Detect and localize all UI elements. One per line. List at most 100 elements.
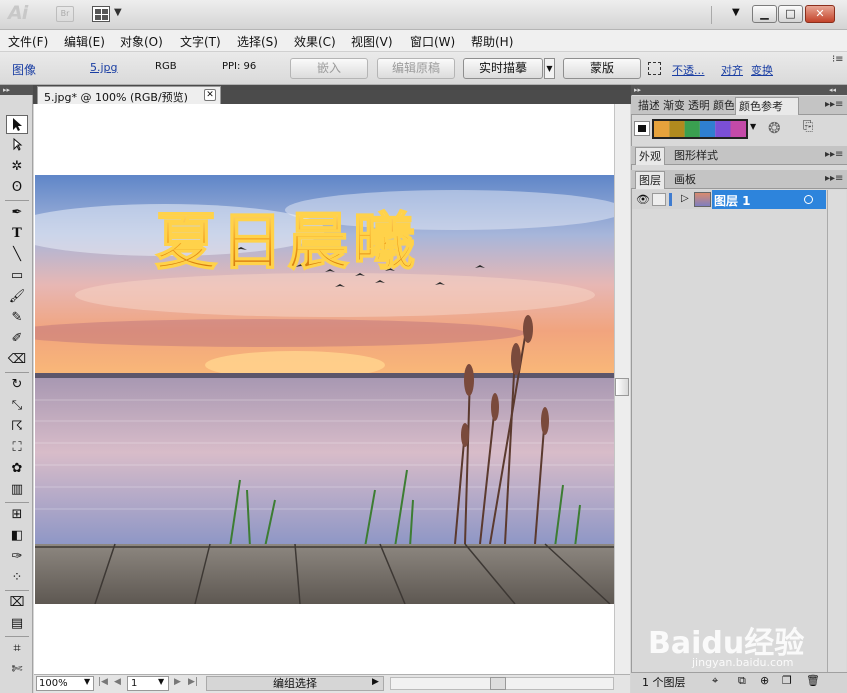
placed-image[interactable]: 夏日晨曦 [35,175,614,604]
horizontal-scroll-thumb[interactable] [490,677,506,690]
edit-colors-icon[interactable]: ❂ [768,119,781,137]
new-sublayer-icon[interactable]: ⊕ [760,674,769,687]
collapse-tools-icon[interactable]: ▸▸ [3,86,10,94]
line-tool-icon[interactable]: ╲ [6,245,28,264]
rotate-tool-icon[interactable]: ↻ [6,375,28,394]
graph-tool-icon[interactable]: ▥ [6,480,28,499]
menu-object[interactable]: 对象(O) [120,33,163,50]
image-type-label[interactable]: 图像 [12,61,36,78]
clipping-mask-icon[interactable]: ⧉ [738,674,746,688]
menu-window[interactable]: 窗口(W) [410,33,455,50]
expand-panels-icon[interactable]: ◂◂ [829,86,836,94]
lasso-tool-icon[interactable]: ʘ [6,178,28,197]
menu-view[interactable]: 视图(V) [351,33,393,50]
arrange-documents-icon[interactable] [92,6,110,22]
new-layer-icon[interactable]: ❐ [782,674,792,687]
vertical-scroll-thumb[interactable] [615,378,629,396]
pencil-tool-icon[interactable]: ✎ [6,308,28,327]
tab-layers[interactable]: 图层 [635,171,665,189]
symbol-sprayer-tool-icon[interactable]: ✿ [6,459,28,478]
color-panel-menu-icon[interactable]: ▸▸≡ [825,99,843,110]
transform-link[interactable]: 变换 [751,62,773,78]
layers-menu-icon[interactable]: ▸▸≡ [825,173,843,184]
selection-tool-icon[interactable] [6,115,28,134]
visibility-eye-icon[interactable]: 👁 [636,193,650,206]
tab-appearance[interactable]: 外观 [635,147,665,165]
live-trace-button[interactable]: 实时描摹 [463,58,543,79]
eraser-tool-icon[interactable]: ⌫ [6,350,28,369]
menu-help[interactable]: 帮助(H) [471,33,513,50]
minimize-button[interactable]: ▁ [752,5,777,23]
close-window-button[interactable]: ✕ [805,5,835,23]
tab-artboards[interactable]: 画板 [671,171,699,189]
harmony-dropdown-icon[interactable]: ▼ [750,122,756,131]
menu-select[interactable]: 选择(S) [237,33,278,50]
layer-name[interactable]: 图层 1 [714,192,751,209]
align-link[interactable]: 对齐 [721,62,743,78]
bridge-button[interactable]: Br [56,6,74,22]
first-artboard-icon[interactable]: |◀ [98,677,108,687]
menu-file[interactable]: 文件(F) [8,33,48,50]
delete-layer-icon[interactable]: 🗑 [806,674,820,687]
color-guide-swatches[interactable] [652,119,748,139]
maximize-button[interactable]: □ [778,5,803,23]
artboard-tool-icon[interactable]: ⌗ [6,639,28,658]
rectangle-tool-icon[interactable]: ▭ [6,266,28,285]
opacity-link[interactable]: 不透... [672,62,705,78]
crop-icon[interactable] [648,62,661,75]
menu-effect[interactable]: 效果(C) [294,33,336,50]
eyedropper-tool-icon[interactable]: ✑ [6,547,28,566]
blob-brush-tool-icon[interactable]: ✐ [6,329,28,348]
target-circle-icon[interactable] [804,195,813,204]
linked-file-name[interactable]: 5.jpg [90,61,118,74]
scale-tool-icon[interactable]: ⤡ [6,396,28,415]
last-artboard-icon[interactable]: ▶| [188,677,198,687]
baidu-watermark-logo: Baidu经验 jingyan.baidu.com [648,618,804,669]
trace-options-dropdown-icon[interactable]: ▼ [544,58,555,79]
expand-layer-icon[interactable]: ▷ [681,193,689,204]
direct-selection-tool-icon[interactable] [6,136,28,155]
mask-button[interactable]: 蒙版 [563,58,641,79]
artboard-dropdown-icon[interactable]: ▼ [158,677,164,686]
pen-tool-icon[interactable]: ✒ [6,203,28,222]
prev-artboard-icon[interactable]: ◀ [114,677,121,687]
workspace-dropdown-icon[interactable]: ▼ [732,7,740,18]
paintbrush-tool-icon[interactable]: 🖌 [6,287,28,306]
magic-wand-tool-icon[interactable]: ✲ [6,157,28,176]
close-tab-icon[interactable]: ✕ [204,89,216,101]
type-tool-icon[interactable]: T [6,224,28,243]
embed-button[interactable]: 嵌入 [290,58,368,79]
live-paint-tool-icon[interactable]: ⌧ [6,593,28,612]
free-transform-tool-icon[interactable]: ⛶ [6,438,28,457]
zoom-dropdown-icon[interactable]: ▼ [84,677,90,686]
gradient-tool-icon[interactable]: ◧ [6,526,28,545]
blend-tool-icon[interactable]: ⁘ [6,568,28,587]
arrange-dropdown-icon[interactable]: ▼ [114,7,122,18]
status-menu-arrow-icon[interactable]: ▶ [372,677,379,687]
control-menu-icon[interactable]: ⁝≡ [832,54,844,65]
tab-gradient[interactable]: 渐变 [660,97,684,115]
warp-tool-icon[interactable]: ☈ [6,417,28,436]
tab-color[interactable]: 颜色 [710,97,734,115]
swatch-3 [684,121,700,137]
layers-scrollbar[interactable] [827,190,846,672]
next-artboard-icon[interactable]: ▶ [174,677,181,687]
lock-toggle-icon[interactable] [652,193,666,206]
current-tool-status[interactable]: 编组选择 [206,676,384,691]
tab-color-guide[interactable]: 颜色参考 [735,97,799,115]
appearance-menu-icon[interactable]: ▸▸≡ [825,149,843,160]
tab-stroke[interactable]: 描述 [635,97,659,115]
column-graph-icon[interactable]: ▤ [6,614,28,633]
mesh-tool-icon[interactable]: ⊞ [6,505,28,524]
tab-transparency[interactable]: 透明 [685,97,709,115]
menu-type[interactable]: 文字(T) [180,33,221,50]
slice-tool-icon[interactable]: ✄ [6,660,28,679]
menu-edit[interactable]: 编辑(E) [64,33,105,50]
save-color-group-icon[interactable]: ⎘ [803,119,813,134]
tab-graphic-styles[interactable]: 图形样式 [671,147,721,165]
base-color-swatch[interactable] [634,121,650,136]
collapse-panels-icon[interactable]: ▸▸ [634,86,641,94]
locate-object-icon[interactable]: ⌖ [712,674,718,688]
edit-original-button[interactable]: 编辑原稿 [377,58,455,79]
document-tab[interactable]: 5.jpg* @ 100% (RGB/预览) [37,86,221,104]
